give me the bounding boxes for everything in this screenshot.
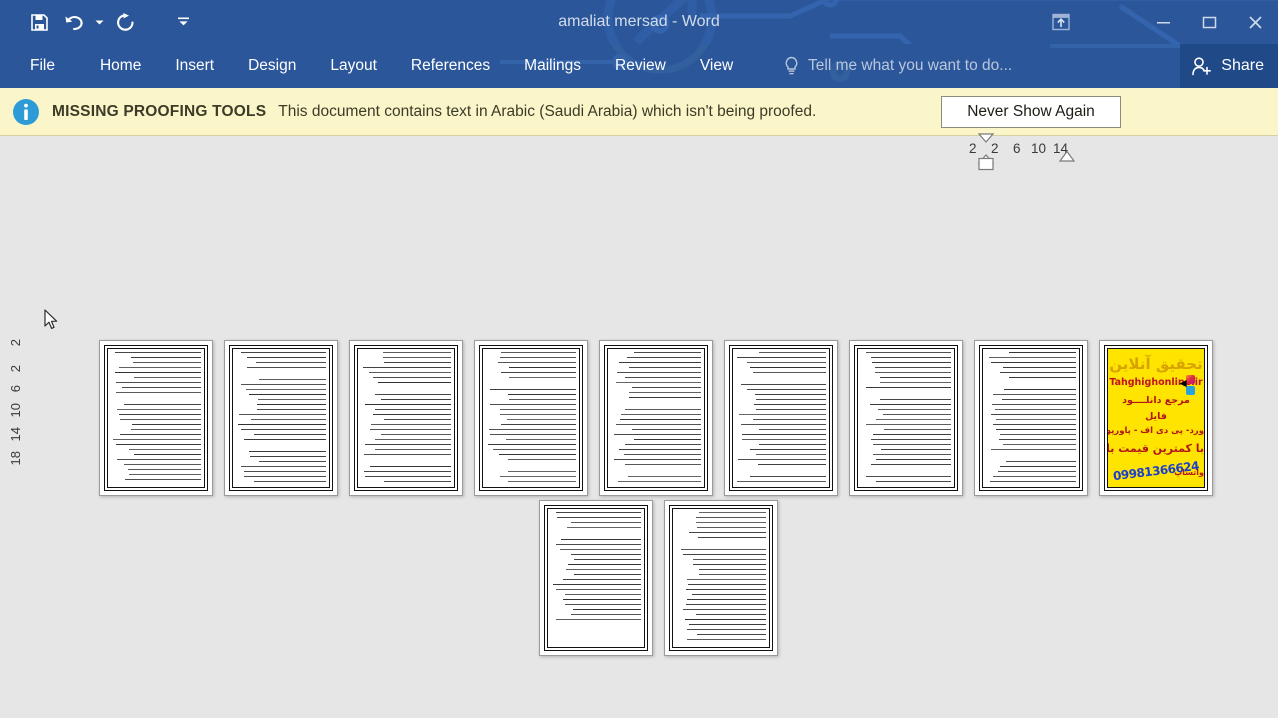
lightbulb-icon <box>785 56 798 75</box>
hruler-num-0: 2 <box>969 141 977 156</box>
ad-line-3: ورد- پی دی اف - پاورپوینت <box>1108 426 1204 436</box>
mouse-pointer-icon <box>44 309 58 329</box>
page-thumbnail[interactable] <box>849 340 963 496</box>
tab-references[interactable]: References <box>394 44 507 88</box>
hruler-num-2: 6 <box>1013 141 1021 156</box>
document-canvas[interactable]: تحقیق آنلاین Tahghighonline.ir مرجع دانلــ… <box>0 137 1278 718</box>
hruler-num-3: 10 <box>1031 141 1047 156</box>
share-button[interactable]: Share <box>1180 44 1278 88</box>
page-text-content <box>361 352 451 484</box>
advertisement-page-content: تحقیق آنلاین Tahghighonline.ir مرجع دانلــ… <box>1108 349 1204 487</box>
page-thumbnail[interactable] <box>224 340 338 496</box>
page-thumbnail[interactable] <box>664 500 778 656</box>
undo-icon[interactable] <box>56 7 90 37</box>
ad-line-2: فایل <box>1145 411 1167 422</box>
right-indent-marker[interactable] <box>1058 150 1076 163</box>
tell-me-placeholder: Tell me what you want to do... <box>808 57 1013 74</box>
page-text-content <box>236 352 326 484</box>
tab-view[interactable]: View <box>683 44 750 88</box>
page-text-content <box>736 352 826 484</box>
close-button[interactable] <box>1232 0 1278 44</box>
page-thumbnail[interactable] <box>474 340 588 496</box>
page-thumbnail[interactable] <box>599 340 713 496</box>
vruler-num-3: 10 <box>8 403 23 418</box>
ad-title: تحقیق آنلاین <box>1109 355 1203 373</box>
save-icon[interactable] <box>22 7 56 37</box>
page-thumbnail-advert[interactable]: تحقیق آنلاین Tahghighonline.ir مرجع دانلــ… <box>1099 340 1213 496</box>
title-bar: amaliat mersad - Word <box>0 0 1278 44</box>
page-thumbnail[interactable] <box>724 340 838 496</box>
share-label: Share <box>1221 57 1264 74</box>
vruler-num-4: 14 <box>8 427 23 442</box>
ad-line-1: مرجع دانلــــود <box>1122 395 1190 406</box>
tab-design[interactable]: Design <box>231 44 313 88</box>
page-text-content <box>111 352 201 484</box>
ribbon-tabs: File Home Insert Design Layout Reference… <box>0 44 750 88</box>
ad-line-4: با کمترین قیمت بازار <box>1108 442 1204 455</box>
tab-file[interactable]: File <box>0 44 83 88</box>
info-icon <box>13 98 39 125</box>
tab-home[interactable]: Home <box>83 44 158 88</box>
page-text-content <box>486 352 576 484</box>
ribbon-display-options-icon[interactable] <box>1043 7 1079 37</box>
vruler-num-1: 2 <box>8 365 23 373</box>
window-controls <box>1140 0 1278 44</box>
customize-qat-icon[interactable] <box>166 7 200 37</box>
ribbon-tab-bar: File Home Insert Design Layout Reference… <box>0 44 1278 88</box>
page-text-content <box>861 352 951 484</box>
page-thumbnail[interactable] <box>539 500 653 656</box>
message-bar-body: This document contains text in Arabic (S… <box>278 102 817 120</box>
vruler-num-5: 18 <box>8 451 23 466</box>
never-show-again-button[interactable]: Never Show Again <box>941 96 1121 128</box>
vruler-num-2: 6 <box>8 385 23 393</box>
vruler-num-0: 2 <box>8 339 23 347</box>
page-text-content <box>611 352 701 484</box>
tell-me-search[interactable]: Tell me what you want to do... <box>783 44 1012 88</box>
page-thumbnail[interactable] <box>349 340 463 496</box>
page-thumbnail[interactable] <box>99 340 213 496</box>
tab-mailings[interactable]: Mailings <box>507 44 598 88</box>
tab-layout[interactable]: Layout <box>313 44 394 88</box>
tab-review[interactable]: Review <box>598 44 683 88</box>
page-text-content <box>551 512 641 644</box>
page-text-content <box>986 352 1076 484</box>
person-add-icon <box>1192 56 1212 75</box>
left-indent-marker[interactable] <box>977 157 995 171</box>
restore-button[interactable] <box>1186 0 1232 44</box>
page-thumbnail[interactable] <box>974 340 1088 496</box>
ad-whatsapp: واتساپ <box>1174 468 1204 477</box>
redo-icon[interactable] <box>108 7 142 37</box>
undo-dropdown-icon[interactable] <box>90 7 108 37</box>
minimize-button[interactable] <box>1140 0 1186 44</box>
page-text-content <box>676 512 766 644</box>
ad-arrow-icon: ◄ <box>1177 376 1189 390</box>
message-bar-heading: MISSING PROOFING TOOLS <box>52 102 267 120</box>
tab-insert[interactable]: Insert <box>158 44 231 88</box>
quick-access-toolbar <box>22 0 200 44</box>
